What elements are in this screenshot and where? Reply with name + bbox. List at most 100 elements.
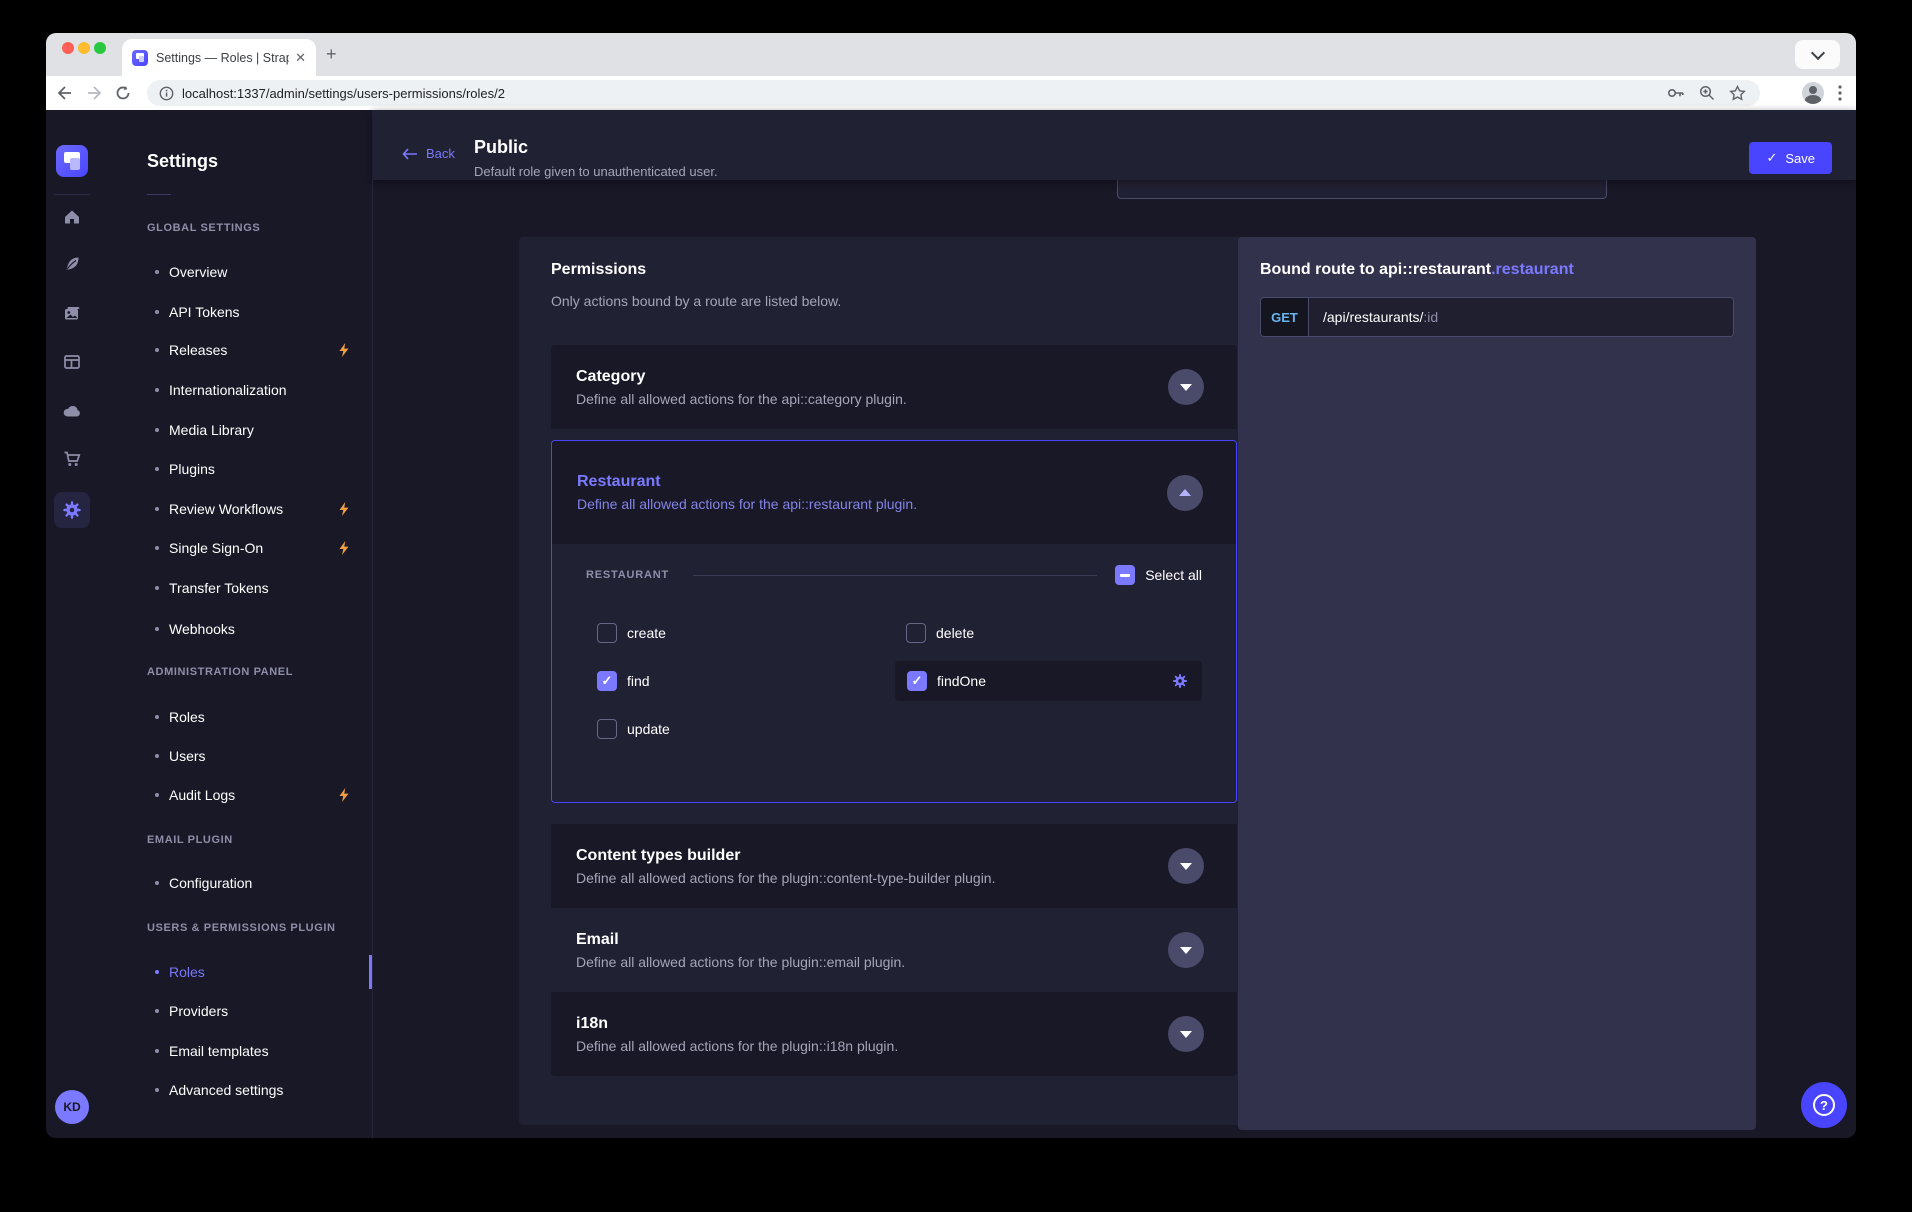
sidebar-item-transfer-tokens[interactable]: Transfer Tokens [98, 570, 373, 606]
expand-button[interactable] [1168, 1016, 1204, 1052]
lightning-icon [337, 540, 351, 556]
select-all-checkbox[interactable] [1115, 565, 1135, 585]
rail-divider [54, 194, 90, 195]
scroll-area[interactable]: Permissions Only actions bound by a rout… [373, 180, 1856, 1138]
strapi-logo[interactable] [56, 145, 88, 177]
forward-button[interactable] [80, 76, 108, 110]
marketplace-cart-icon[interactable] [46, 449, 98, 469]
help-button[interactable]: ? [1801, 1082, 1847, 1128]
new-tab-button[interactable]: + [326, 44, 337, 64]
browser-menu-icon[interactable] [1838, 85, 1842, 101]
sidebar-title-divider [147, 194, 171, 195]
bullet-icon [155, 793, 159, 797]
sidebar-item-webhooks[interactable]: Webhooks [98, 611, 373, 647]
sidebar-item-overview[interactable]: Overview [98, 254, 373, 290]
back-link[interactable]: Back [402, 146, 455, 161]
media-library-icon[interactable] [46, 304, 98, 324]
findone-checkbox[interactable]: ✓ [907, 671, 927, 691]
bound-route-title: Bound route to api::restaurant.restauran… [1260, 261, 1734, 279]
zoom-window-button[interactable] [94, 42, 106, 54]
bullet-icon [155, 1009, 159, 1013]
sidebar-item-providers[interactable]: Providers [98, 993, 373, 1029]
question-mark-icon: ? [1813, 1094, 1835, 1116]
sidebar-item-audit-logs[interactable]: Audit Logs [98, 777, 373, 813]
browser-tab[interactable]: Settings — Roles | Strapi ✕ [122, 39, 316, 76]
save-button[interactable]: ✓ Save [1749, 142, 1832, 174]
accordion-content-types-builder[interactable]: Content types builder Define all allowed… [551, 824, 1237, 908]
permission-create[interactable]: create [586, 623, 893, 643]
deployments-cloud-icon[interactable] [46, 401, 98, 421]
permission-findone-selected[interactable]: ✓ findOne [895, 661, 1202, 701]
bullet-icon [155, 1088, 159, 1092]
sidebar-item-up-roles[interactable]: Roles [98, 954, 373, 990]
sidebar-item-releases[interactable]: Releases [98, 332, 373, 368]
tab-search-chevron-button[interactable] [1795, 40, 1840, 69]
content-type-builder-icon[interactable] [46, 352, 98, 372]
sidebar-item-single-sign-on[interactable]: Single Sign-On [98, 530, 373, 566]
minimize-window-button[interactable] [78, 42, 90, 54]
sidebar-item-review-workflows[interactable]: Review Workflows [98, 491, 373, 527]
expand-button[interactable] [1168, 848, 1204, 884]
back-button[interactable] [50, 76, 78, 110]
page-title: Public [474, 138, 528, 156]
select-all-control[interactable]: Select all [1115, 565, 1202, 585]
bookmark-star-icon[interactable] [1729, 85, 1746, 101]
permission-find[interactable]: ✓ find [586, 671, 893, 691]
create-checkbox[interactable] [597, 623, 617, 643]
home-icon[interactable] [46, 207, 98, 227]
restaurant-permissions-body: RESTAURANT Select all [552, 544, 1236, 802]
bullet-icon [155, 586, 159, 590]
bullet-icon [155, 970, 159, 974]
close-window-button[interactable] [62, 42, 74, 54]
sidebar-item-media-library[interactable]: Media Library [98, 412, 373, 448]
sidebar-item-internationalization[interactable]: Internationalization [98, 372, 373, 408]
bound-route-panel: Bound route to api::restaurant.restauran… [1238, 237, 1756, 1130]
user-avatar[interactable]: KD [55, 1090, 89, 1124]
description-field-bottom-edge[interactable] [1117, 180, 1607, 199]
zoom-page-icon[interactable] [1699, 85, 1715, 101]
delete-checkbox[interactable] [906, 623, 926, 643]
sidebar-item-admin-roles[interactable]: Roles [98, 699, 373, 735]
sidebar-item-email-templates[interactable]: Email templates [98, 1033, 373, 1069]
expand-button[interactable] [1168, 369, 1204, 405]
accordion-email[interactable]: Email Define all allowed actions for the… [551, 908, 1237, 992]
chevron-down-icon [1180, 863, 1192, 870]
permissions-subtitle: Only actions bound by a route are listed… [551, 293, 1237, 309]
permission-delete[interactable]: delete [895, 623, 1202, 643]
sidebar-item-users[interactable]: Users [98, 738, 373, 774]
bullet-icon [155, 467, 159, 471]
accordion-i18n[interactable]: i18n Define all allowed actions for the … [551, 992, 1237, 1076]
password-key-icon[interactable] [1667, 85, 1685, 101]
tab-close-icon[interactable]: ✕ [295, 50, 306, 66]
route-title-suffix: .restaurant [1491, 261, 1574, 278]
chevron-down-icon [1180, 384, 1192, 391]
permission-update[interactable]: update [586, 719, 895, 739]
tab-title: Settings — Roles | Strapi [156, 51, 289, 65]
accordion-restaurant-header[interactable]: Restaurant Define all allowed actions fo… [552, 441, 1236, 544]
sidebar-item-advanced-settings[interactable]: Advanced settings [98, 1072, 373, 1108]
reload-button[interactable] [109, 76, 137, 110]
browser-profile-avatar[interactable] [1802, 82, 1824, 104]
bullet-icon [155, 388, 159, 392]
main-content: Back Public Default role given to unauth… [373, 110, 1856, 1138]
update-checkbox[interactable] [597, 719, 617, 739]
accordion-category[interactable]: Category Define all allowed actions for … [551, 345, 1237, 429]
site-info-icon[interactable] [159, 86, 174, 101]
content-manager-feather-icon[interactable] [46, 254, 98, 274]
sidebar-item-configuration[interactable]: Configuration [98, 865, 373, 901]
sidebar-item-api-tokens[interactable]: API Tokens [98, 294, 373, 330]
bullet-icon [155, 507, 159, 511]
lightning-icon [337, 501, 351, 517]
sidebar-item-plugins[interactable]: Plugins [98, 451, 373, 487]
findone-settings-gear-icon[interactable] [1172, 673, 1188, 689]
http-method-badge: GET [1261, 298, 1309, 336]
settings-nav-item[interactable] [54, 492, 90, 528]
expand-button[interactable] [1168, 932, 1204, 968]
url-bar[interactable]: localhost:1337/admin/settings/users-perm… [147, 80, 1760, 106]
strapi-admin-app: KD Settings GLOBAL SETTINGS Overview API… [46, 110, 1856, 1138]
find-checkbox[interactable]: ✓ [597, 671, 617, 691]
browser-window: Settings — Roles | Strapi ✕ + localhost:… [46, 33, 1856, 1138]
check-icon: ✓ [1766, 150, 1777, 166]
collapse-button[interactable] [1167, 475, 1203, 511]
bullet-icon [155, 627, 159, 631]
